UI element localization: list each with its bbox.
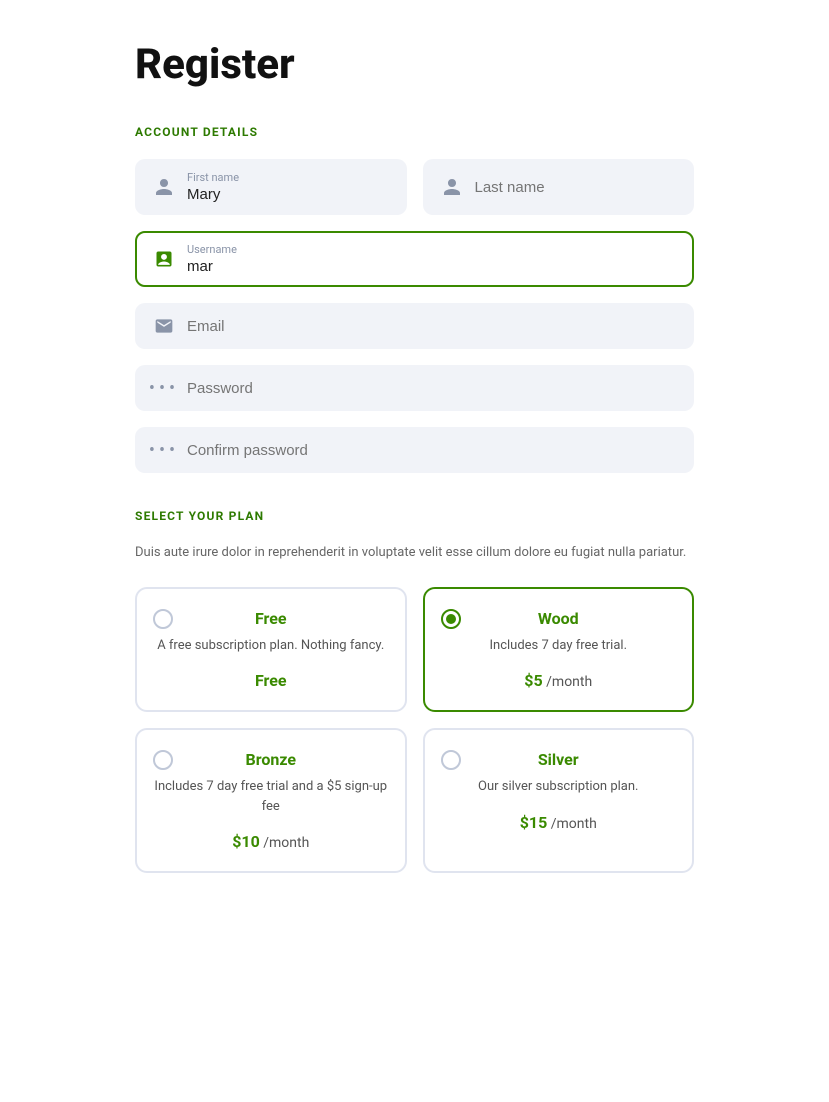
plan-amount-wood: $5 — [524, 671, 542, 690]
page-title: Register — [135, 40, 694, 89]
email-input[interactable] — [187, 318, 676, 335]
confirm-password-inner — [187, 442, 676, 459]
password-icon: ••• — [153, 377, 175, 399]
plan-price-bronze: $10 /month — [232, 832, 309, 851]
plan-amount-free: Free — [255, 671, 287, 690]
plan-name-bronze: Bronze — [246, 750, 297, 769]
plan-period-bronze: /month — [263, 835, 309, 851]
plan-grid: Free A free subscription plan. Nothing f… — [135, 587, 694, 874]
name-row: First name — [135, 159, 694, 215]
first-name-field[interactable]: First name — [135, 159, 407, 215]
password-field[interactable]: ••• — [135, 365, 694, 411]
account-section-label: ACCOUNT DETAILS — [135, 125, 694, 139]
first-name-label: First name — [187, 171, 389, 184]
last-name-inner — [475, 179, 677, 196]
plan-amount-silver: $15 — [520, 813, 548, 832]
plan-desc-silver: Our silver subscription plan. — [478, 777, 638, 797]
first-name-input[interactable] — [187, 186, 389, 203]
plan-period-wood: /month — [546, 674, 592, 690]
plan-name-silver: Silver — [538, 750, 579, 769]
person-icon-2 — [441, 176, 463, 198]
plan-desc-free: A free subscription plan. Nothing fancy. — [157, 636, 384, 656]
confirm-password-input[interactable] — [187, 442, 676, 459]
dots-icon-2: ••• — [149, 440, 179, 461]
username-label: Username — [187, 243, 676, 256]
password-inner — [187, 380, 676, 397]
account-details-section: ACCOUNT DETAILS First name — [135, 125, 694, 473]
email-icon — [153, 315, 175, 337]
username-input[interactable] — [187, 258, 676, 275]
plan-price-wood: $5 /month — [524, 671, 592, 690]
plan-card-silver[interactable]: Silver Our silver subscription plan. $15… — [423, 728, 695, 873]
plan-price-silver: $15 /month — [520, 813, 597, 832]
plan-desc-bronze: Includes 7 day free trial and a $5 sign-… — [153, 777, 389, 816]
plan-description: Duis aute irure dolor in reprehenderit i… — [135, 543, 694, 563]
username-inner: Username — [187, 243, 676, 275]
email-inner — [187, 318, 676, 335]
plan-section: SELECT YOUR PLAN Duis aute irure dolor i… — [135, 509, 694, 873]
confirm-password-field[interactable]: ••• — [135, 427, 694, 473]
plan-radio-wood[interactable] — [441, 609, 461, 629]
last-name-input[interactable] — [475, 179, 677, 196]
plan-price-free: Free — [255, 671, 287, 690]
password-input[interactable] — [187, 380, 676, 397]
username-field[interactable]: Username — [135, 231, 694, 287]
plan-name-wood: Wood — [538, 609, 579, 628]
first-name-inner: First name — [187, 171, 389, 203]
dots-icon: ••• — [149, 378, 179, 399]
username-icon — [153, 248, 175, 270]
plan-desc-wood: Includes 7 day free trial. — [489, 636, 627, 656]
plan-radio-free[interactable] — [153, 609, 173, 629]
confirm-password-icon: ••• — [153, 439, 175, 461]
person-icon — [153, 176, 175, 198]
plan-card-wood[interactable]: Wood Includes 7 day free trial. $5 /mont… — [423, 587, 695, 713]
last-name-field[interactable] — [423, 159, 695, 215]
plan-radio-silver[interactable] — [441, 750, 461, 770]
plan-amount-bronze: $10 — [232, 832, 260, 851]
plan-card-bronze[interactable]: Bronze Includes 7 day free trial and a $… — [135, 728, 407, 873]
plan-radio-bronze[interactable] — [153, 750, 173, 770]
plan-name-free: Free — [255, 609, 287, 628]
plan-section-label: SELECT YOUR PLAN — [135, 509, 694, 523]
plan-card-free[interactable]: Free A free subscription plan. Nothing f… — [135, 587, 407, 713]
email-field[interactable] — [135, 303, 694, 349]
plan-period-silver: /month — [551, 816, 597, 832]
